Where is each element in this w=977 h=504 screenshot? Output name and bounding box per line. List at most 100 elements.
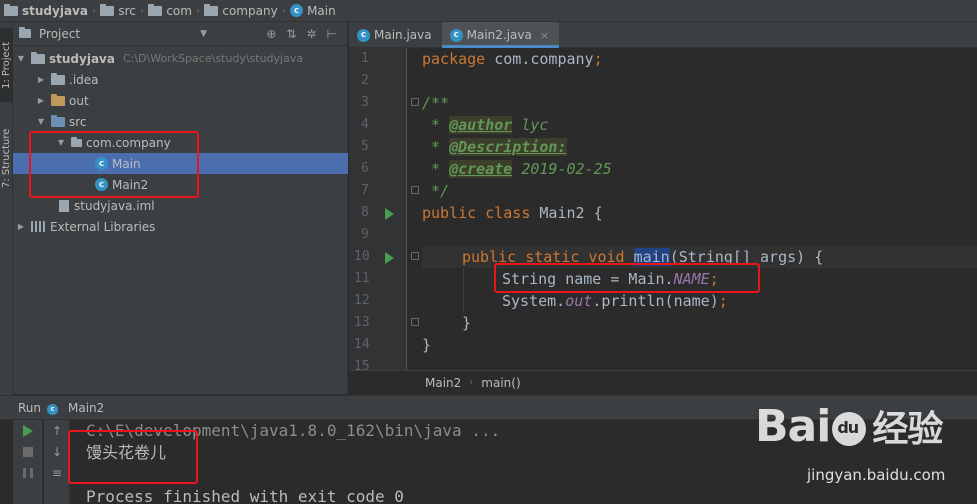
watermark-url: jingyan.baidu.com <box>807 466 946 484</box>
stop-button[interactable] <box>13 441 43 462</box>
tree-item-label: com.company <box>86 135 171 150</box>
nav-crumb-src[interactable]: src <box>100 0 136 22</box>
tree-item-external-libraries[interactable]: ▶ External Libraries <box>13 216 348 237</box>
scroll-up-button[interactable]: ↑ <box>44 420 70 441</box>
folder-icon <box>204 3 219 16</box>
code-token: package <box>422 50 486 68</box>
fold-marker-icon[interactable] <box>411 98 419 106</box>
project-view-icon <box>19 27 31 38</box>
line-number-gutter: 1 2 3 4 5 6 7 8 9 10 11 12 13 14 15 <box>349 48 407 374</box>
collapse-arrow-icon[interactable]: ▶ <box>15 222 27 231</box>
hide-panel-icon[interactable]: ⊢ <box>327 27 337 41</box>
fold-marker-icon[interactable] <box>411 252 419 260</box>
nav-crumb-com[interactable]: com <box>148 0 192 22</box>
code-line: public static void main(String[] args) { <box>422 246 977 268</box>
tree-item-iml[interactable]: studyjava.iml <box>13 195 348 216</box>
expand-arrow-icon[interactable]: ▼ <box>35 117 47 126</box>
tree-item-main[interactable]: c Main <box>13 153 348 174</box>
collapse-arrow-icon[interactable]: ▶ <box>35 75 47 84</box>
breadcrumb-method[interactable]: main() <box>481 376 520 390</box>
code-token: } <box>462 314 472 332</box>
tree-item-label: src <box>69 114 87 129</box>
fold-marker-icon[interactable] <box>411 318 419 326</box>
run-toolbar <box>13 420 43 504</box>
chevron-right-icon: › <box>195 4 201 17</box>
nav-crumb-label: src <box>118 3 136 18</box>
nav-crumb-project[interactable]: studyjava <box>4 0 88 22</box>
breadcrumb-class[interactable]: Main2 <box>425 376 461 390</box>
chevron-right-icon: › <box>281 4 287 17</box>
run-config-icon: c <box>47 400 62 415</box>
stripe-tab-structure[interactable]: 7: Structure <box>0 116 13 200</box>
code-line: */ <box>422 180 977 202</box>
project-panel-tools: ⊕ ⇅ ✲ ⊢ <box>266 27 347 41</box>
tree-item-out[interactable]: ▶ out <box>13 90 348 111</box>
nav-crumb-main[interactable]: c Main <box>290 0 336 22</box>
watermark-logo: Bai 经验 <box>755 400 943 452</box>
dropdown-caret-icon[interactable]: ▼ <box>200 29 207 39</box>
nav-crumb-company[interactable]: company <box>204 0 278 22</box>
baidu-paw-icon <box>832 412 867 446</box>
nav-crumb-label: com <box>166 3 192 18</box>
scroll-from-source-icon[interactable]: ⊕ <box>266 27 276 41</box>
line-number-with-run: 10 <box>349 246 406 268</box>
line-number: 6 <box>361 161 369 176</box>
tree-item-com-company[interactable]: ▼ com.company <box>13 132 348 153</box>
line-number: 2 <box>361 73 369 88</box>
stripe-tab-project[interactable]: 1: Project <box>0 28 13 102</box>
run-class-icon[interactable] <box>385 208 394 220</box>
code-token: public class <box>422 204 531 222</box>
tree-item-label: Main <box>112 156 141 171</box>
run-toolbar-secondary: ↑ ↓ ≡ <box>44 420 70 504</box>
fold-marker-icon[interactable] <box>411 186 419 194</box>
code-token: ; <box>718 292 728 310</box>
folder-icon <box>100 3 115 16</box>
tree-item-studyjava[interactable]: ▼ studyjava C:\D\WorkSpace\study\studyja… <box>13 48 348 69</box>
line-number: 13 <box>354 315 370 330</box>
code-token: .println(name) <box>592 292 719 310</box>
run-config-name[interactable]: Main2 <box>68 401 104 415</box>
code-line: } <box>422 334 977 356</box>
indent-guide <box>463 290 464 312</box>
soft-wrap-button[interactable]: ≡ <box>44 462 70 483</box>
line-number: 9 <box>361 227 369 242</box>
line-number: 8 <box>361 205 369 220</box>
gear-icon[interactable]: ✲ <box>306 27 316 41</box>
line-number: 1 <box>361 51 369 66</box>
scroll-down-button[interactable]: ↓ <box>44 441 70 462</box>
tab-main2-java[interactable]: c Main2.java × <box>441 22 560 48</box>
code-token: @author <box>449 116 513 134</box>
java-class-icon: c <box>95 157 108 170</box>
code-area[interactable]: package com.company; /** * @author lyc *… <box>422 48 977 370</box>
collapse-arrow-icon[interactable]: ▶ <box>35 96 47 105</box>
arrow-up-icon: ↑ <box>51 423 63 438</box>
watermark-logo-cn: 经验 <box>872 409 943 450</box>
close-icon[interactable]: × <box>540 29 549 42</box>
tree-item-label: .idea <box>69 72 99 87</box>
code-line: /** <box>422 92 977 114</box>
line-number: 11 <box>354 271 370 286</box>
code-token: @Description: <box>449 138 567 156</box>
arrow-down-icon: ↓ <box>51 444 63 459</box>
code-token: main <box>633 248 670 266</box>
tab-main-java[interactable]: c Main.java <box>349 22 442 48</box>
project-panel-header: Project ▼ ⊕ ⇅ ✲ ⊢ <box>13 22 347 46</box>
folder-icon <box>51 72 65 85</box>
code-token: ; <box>593 50 603 68</box>
code-token: NAME <box>673 270 710 288</box>
code-token: * <box>422 160 450 178</box>
expand-arrow-icon[interactable]: ▼ <box>15 54 27 63</box>
source-folder-icon <box>51 114 65 127</box>
pause-button[interactable] <box>13 462 43 483</box>
run-method-icon[interactable] <box>385 252 394 264</box>
tree-item-idea[interactable]: ▶ .idea <box>13 69 348 90</box>
tree-item-main2[interactable]: c Main2 <box>13 174 348 195</box>
rerun-button[interactable] <box>13 420 43 441</box>
collapse-all-icon[interactable]: ⇅ <box>286 27 296 41</box>
tree-item-label: External Libraries <box>50 219 156 234</box>
project-panel-title[interactable]: Project <box>39 27 80 41</box>
expand-arrow-icon[interactable]: ▼ <box>55 138 67 147</box>
run-panel-title: Run <box>18 400 42 415</box>
tree-item-src[interactable]: ▼ src <box>13 111 348 132</box>
